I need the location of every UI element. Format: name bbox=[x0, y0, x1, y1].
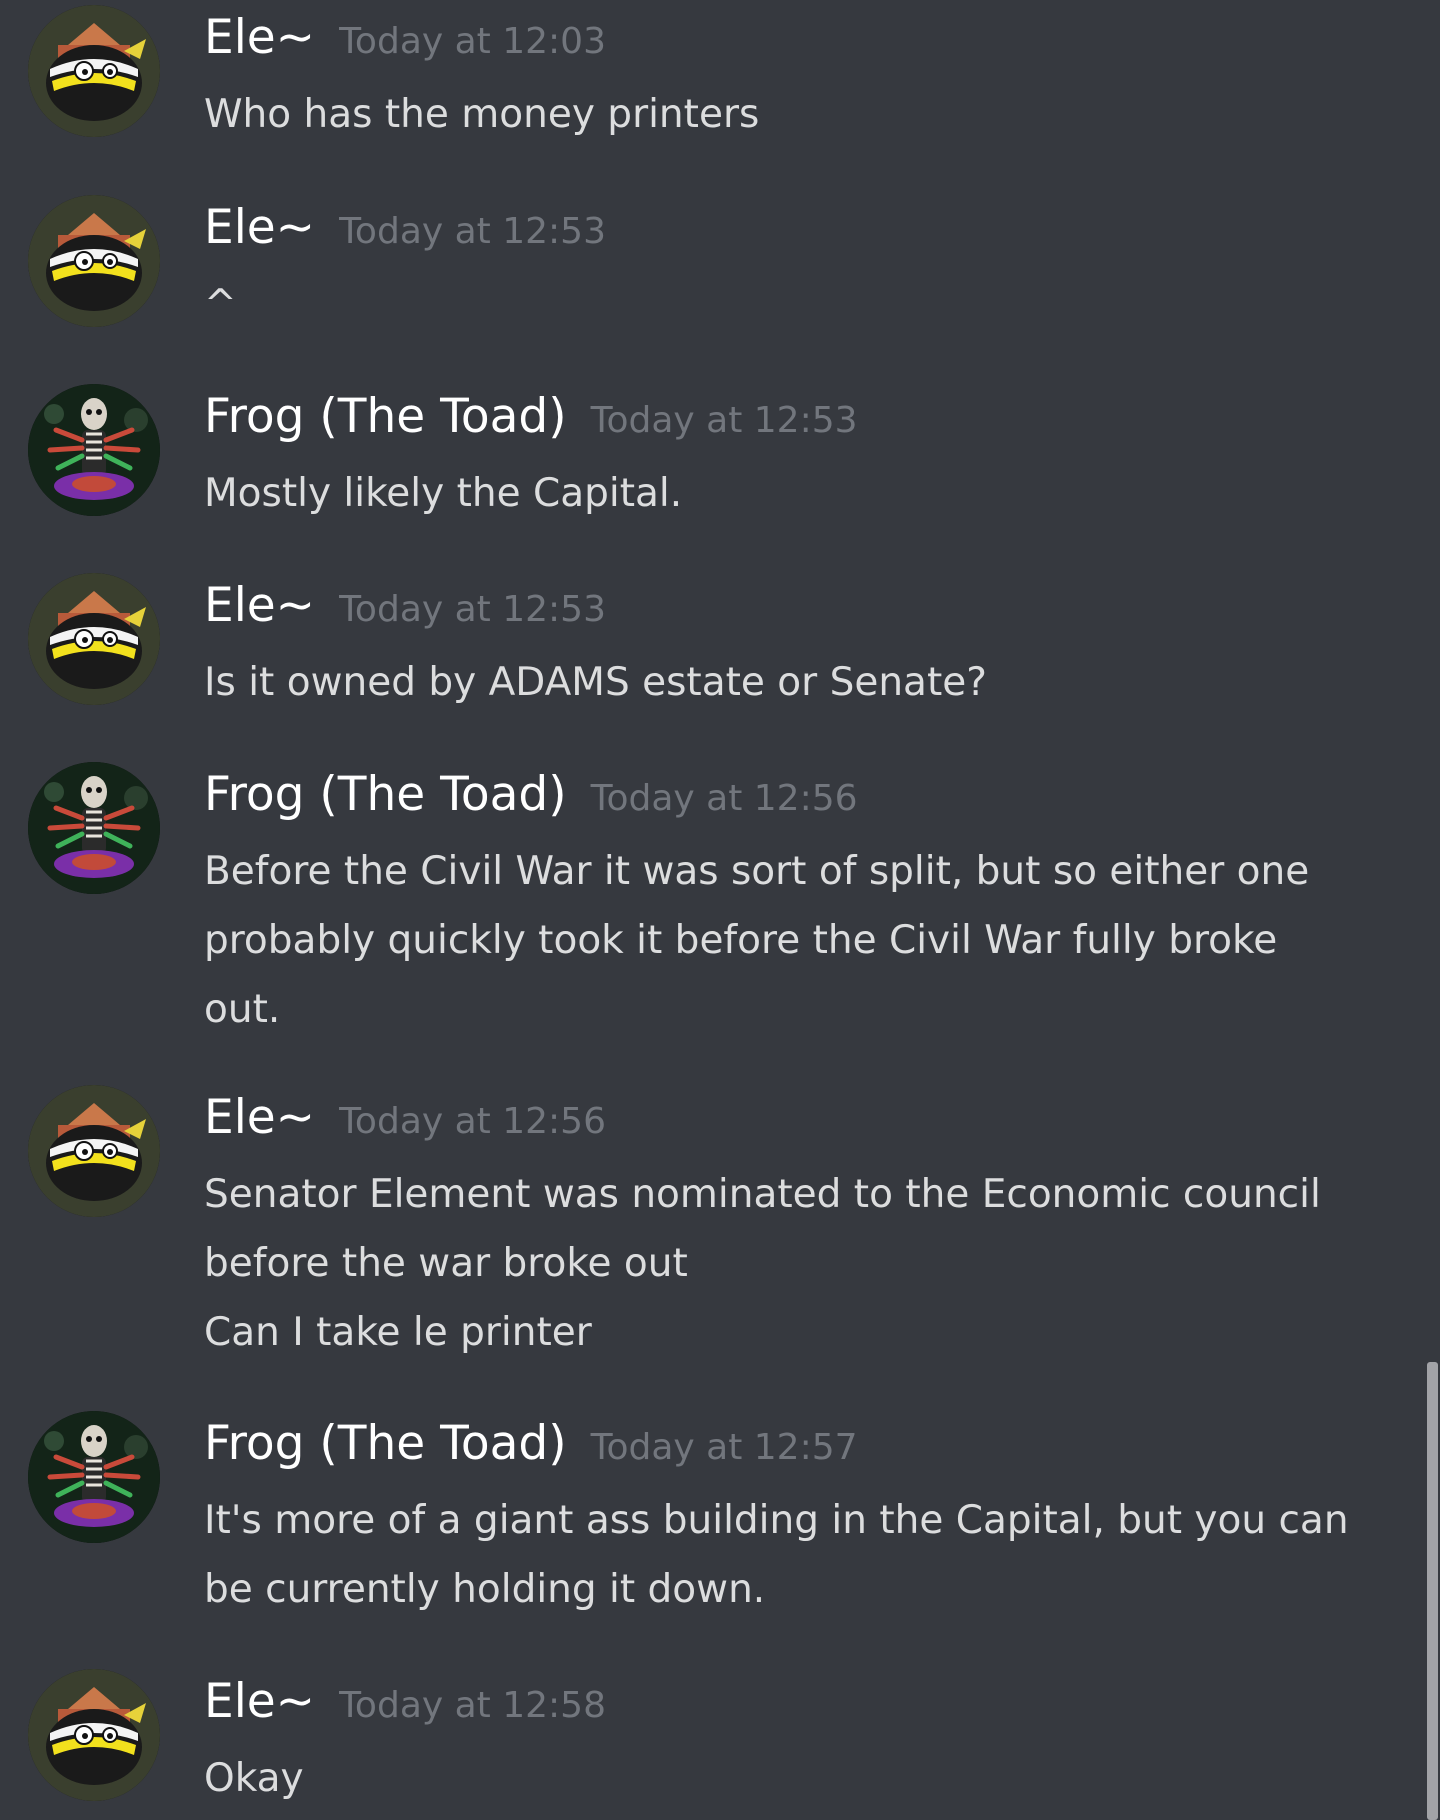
username[interactable]: Ele~ bbox=[204, 14, 315, 61]
username[interactable]: Ele~ bbox=[204, 1678, 315, 1725]
timestamp: Today at 12:53 bbox=[590, 400, 858, 441]
message-text-line: Mostly likely the Capital. bbox=[204, 471, 683, 516]
message-header: Ele~ Today at 12:53 bbox=[204, 570, 606, 640]
ele-avatar[interactable] bbox=[28, 1085, 160, 1217]
username[interactable]: Ele~ bbox=[204, 1094, 315, 1141]
username[interactable]: Frog (The Toad) bbox=[204, 771, 567, 818]
timestamp: Today at 12:58 bbox=[339, 1685, 606, 1726]
ele-avatar[interactable] bbox=[28, 573, 160, 705]
message-content: Mostly likely the Capital. bbox=[204, 459, 1384, 528]
message-content: Who has the money printers bbox=[204, 80, 1384, 149]
message-content: Okay bbox=[204, 1744, 1384, 1813]
message-header: Frog (The Toad) Today at 12:57 bbox=[204, 1408, 858, 1478]
message-text-line: Is it owned by ADAMS estate or Senate? bbox=[204, 660, 987, 705]
message-content: Senator Element was nominated to the Eco… bbox=[204, 1160, 1384, 1367]
message-header: Frog (The Toad) Today at 12:53 bbox=[204, 381, 858, 451]
message-text-line: probably quickly took it before the Civi… bbox=[204, 918, 1278, 963]
message-header: Ele~ Today at 12:56 bbox=[204, 1082, 606, 1152]
frog-avatar[interactable] bbox=[28, 384, 160, 516]
message-header: Ele~ Today at 12:03 bbox=[204, 2, 606, 72]
message-text-line: Who has the money printers bbox=[204, 92, 760, 137]
timestamp: Today at 12:53 bbox=[339, 211, 606, 252]
message-text-line: out. bbox=[204, 987, 281, 1032]
message-text-line: before the war broke out bbox=[204, 1241, 688, 1286]
message-content: It's more of a giant ass building in the… bbox=[204, 1486, 1384, 1624]
message-text-line: ^ bbox=[204, 282, 237, 327]
message-content: ^ bbox=[204, 270, 1384, 339]
message-content: Before the Civil War it was sort of spli… bbox=[204, 837, 1384, 1044]
message-text-line: Okay bbox=[204, 1756, 304, 1801]
username[interactable]: Ele~ bbox=[204, 204, 315, 251]
message-text-line: be currently holding it down. bbox=[204, 1567, 766, 1612]
message-header: Ele~ Today at 12:58 bbox=[204, 1666, 606, 1736]
message-text-line: Can I take le printer bbox=[204, 1310, 592, 1355]
timestamp: Today at 12:56 bbox=[339, 1101, 606, 1142]
username[interactable]: Ele~ bbox=[204, 582, 315, 629]
message-text-line: Before the Civil War it was sort of spli… bbox=[204, 849, 1310, 894]
timestamp: Today at 12:53 bbox=[339, 589, 606, 630]
message-content: Is it owned by ADAMS estate or Senate? bbox=[204, 648, 1384, 717]
message-list[interactable]: Ele~ Today at 12:03 Who has the money prin… bbox=[0, 0, 1425, 1820]
username[interactable]: Frog (The Toad) bbox=[204, 393, 567, 440]
frog-avatar[interactable] bbox=[28, 762, 160, 894]
ele-avatar[interactable] bbox=[28, 1669, 160, 1801]
username[interactable]: Frog (The Toad) bbox=[204, 1420, 567, 1467]
message-text-line: It's more of a giant ass building in the… bbox=[204, 1498, 1349, 1543]
scrollbar-track[interactable] bbox=[1426, 0, 1440, 1820]
timestamp: Today at 12:57 bbox=[590, 1427, 858, 1468]
ele-avatar[interactable] bbox=[28, 5, 160, 137]
scrollbar-thumb[interactable] bbox=[1427, 1362, 1438, 1820]
ele-avatar[interactable] bbox=[28, 195, 160, 327]
message-header: Ele~ Today at 12:53 bbox=[204, 192, 606, 262]
message-text-line: Senator Element was nominated to the Eco… bbox=[204, 1172, 1321, 1217]
timestamp: Today at 12:56 bbox=[590, 778, 858, 819]
frog-avatar[interactable] bbox=[28, 1411, 160, 1543]
timestamp: Today at 12:03 bbox=[339, 21, 606, 62]
message-header: Frog (The Toad) Today at 12:56 bbox=[204, 759, 858, 829]
